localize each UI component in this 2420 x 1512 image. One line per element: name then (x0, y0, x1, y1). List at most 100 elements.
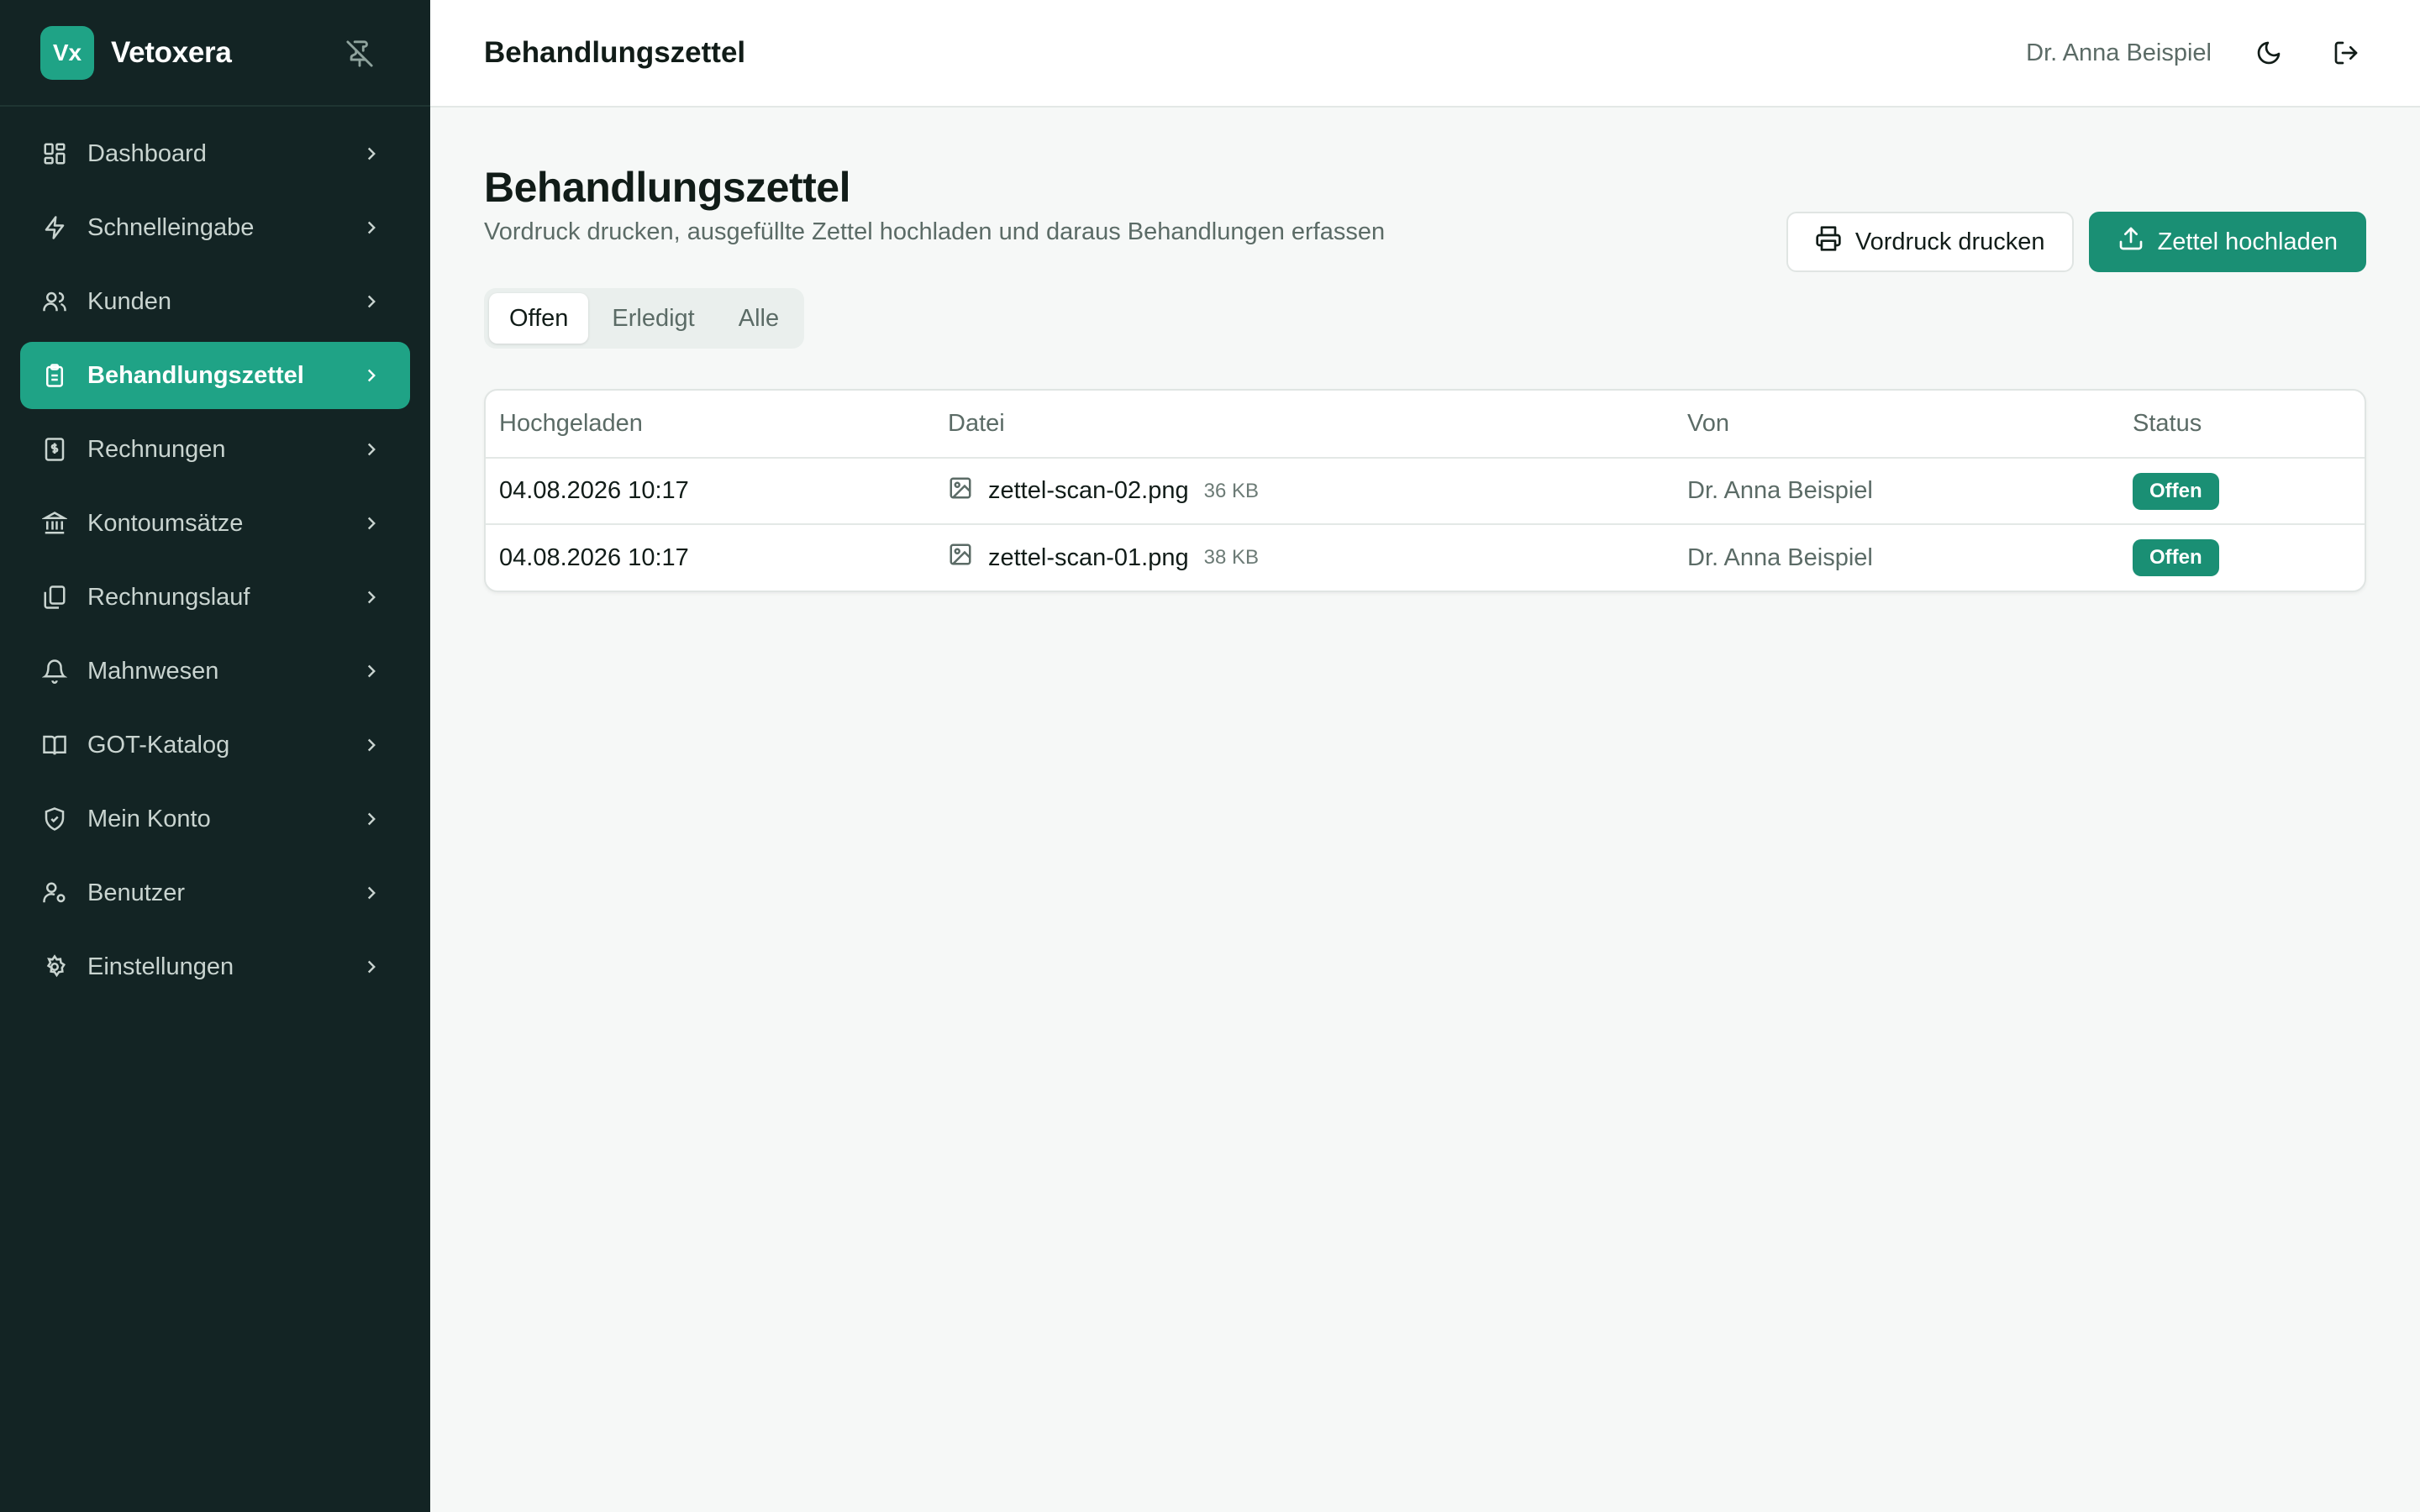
sidebar-item-label: Kontoumsätze (87, 509, 244, 537)
print-template-label: Vordruck drucken (1854, 228, 2045, 255)
shield-icon (40, 805, 69, 833)
status-cell: Offen (2119, 458, 2365, 525)
tab-alle[interactable]: Alle (718, 293, 799, 344)
brand-name: Vetoxera (111, 35, 232, 69)
table-row[interactable]: 04.08.2026 10:17 zettel-scan-01.png 38 K… (486, 524, 2365, 591)
status-tabs: Offen Erledigt Alle (484, 288, 805, 349)
chevron-right-icon (356, 139, 387, 169)
sidebar-item-label: Mein Konto (87, 805, 211, 832)
sidebar-item-einstellungen[interactable]: Einstellungen (20, 933, 410, 1000)
sidebar-item-mahnwesen[interactable]: Mahnwesen (20, 638, 410, 705)
chevron-right-icon (356, 730, 387, 760)
chevron-right-icon (356, 656, 387, 686)
uploaded-cell: 04.08.2026 10:17 (499, 543, 689, 571)
main: Behandlungszettel Dr. Anna Beispiel Beha… (430, 0, 2420, 1512)
sidebar-item-mein-konto[interactable]: Mein Konto (20, 785, 410, 853)
sidebar-nav: Dashboard Schnelleingabe Kunden Behandlu… (0, 107, 430, 1021)
sidebar-item-got-katalog[interactable]: GOT-Katalog (20, 711, 410, 779)
sidebar-item-rechnungslauf[interactable]: Rechnungslauf (20, 564, 410, 631)
sidebar-item-label: Benutzer (87, 879, 186, 906)
clipboard-icon (40, 361, 69, 390)
upload-sheet-button[interactable]: Zettel hochladen (2088, 212, 2366, 272)
sidebar-item-label: Rechnungslauf (87, 583, 250, 611)
table-row[interactable]: 04.08.2026 10:17 zettel-scan-02.png 36 K… (486, 458, 2365, 525)
brand: Vx Vetoxera (0, 0, 430, 107)
sidebar-item-label: Behandlungszettel (87, 361, 304, 389)
column-header-uploaded: Hochgeladen (486, 391, 934, 459)
sidebar-item-dashboard[interactable]: Dashboard (20, 120, 410, 187)
upload-icon (2118, 225, 2144, 259)
sidebar-item-kunden[interactable]: Kunden (20, 268, 410, 335)
image-file-icon (948, 542, 973, 574)
tab-offen[interactable]: Offen (489, 293, 589, 344)
logout-icon[interactable] (2326, 33, 2366, 73)
sidebar-item-label: Einstellungen (87, 953, 234, 980)
sidebar-item-schnelleingabe[interactable]: Schnelleingabe (20, 194, 410, 261)
file-name[interactable]: zettel-scan-01.png (988, 544, 1189, 572)
sidebar-item-label: Rechnungen (87, 435, 226, 463)
sheets-table-card: Hochgeladen Datei Von Status 04.08.2026 … (484, 389, 2366, 592)
users-icon (40, 287, 69, 316)
sidebar-item-label: GOT-Katalog (87, 731, 230, 759)
sidebar-item-behandlungszettel[interactable]: Behandlungszettel (20, 342, 410, 409)
page-content: Behandlungszettel Vordruck drucken, ausg… (430, 108, 2420, 648)
gear-icon (40, 953, 69, 981)
file-size: 38 KB (1203, 546, 1259, 569)
image-file-icon (948, 475, 973, 507)
printer-icon (1815, 225, 1842, 259)
column-header-status: Status (2119, 391, 2365, 459)
unpin-sidebar-icon[interactable] (343, 37, 376, 71)
chevron-right-icon (356, 286, 387, 317)
chevron-right-icon (356, 508, 387, 538)
topbar-title: Behandlungszettel (484, 36, 746, 69)
file-size: 36 KB (1203, 479, 1259, 502)
logo: Vx (40, 25, 94, 80)
chevron-right-icon (356, 878, 387, 908)
status-badge: Offen (2133, 472, 2219, 510)
moon-icon[interactable] (2249, 33, 2289, 73)
sidebar-item-label: Dashboard (87, 139, 207, 167)
sidebar-item-benutzer[interactable]: Benutzer (20, 859, 410, 927)
page-title: Behandlungszettel (484, 164, 850, 211)
files-icon (40, 583, 69, 612)
chevron-right-icon (356, 952, 387, 982)
page-actions: Vordruck drucken Zettel hochladen (1786, 212, 2366, 272)
dashboard-icon (40, 139, 69, 168)
sidebar-item-rechnungen[interactable]: Rechnungen (20, 416, 410, 483)
receipt-icon (40, 435, 69, 464)
bank-icon (40, 509, 69, 538)
book-icon (40, 731, 69, 759)
sheets-table: Hochgeladen Datei Von Status 04.08.2026 … (486, 391, 2365, 591)
column-header-file: Datei (934, 391, 1674, 459)
table-header-row: Hochgeladen Datei Von Status (486, 391, 2365, 459)
bell-icon (40, 657, 69, 685)
lightning-icon (40, 213, 69, 242)
uploaded-by-cell: Dr. Anna Beispiel (1687, 543, 1873, 571)
column-header-by: Von (1674, 391, 2119, 459)
sidebar-item-label: Mahnwesen (87, 657, 219, 685)
chevron-right-icon (356, 582, 387, 612)
status-badge: Offen (2133, 539, 2219, 576)
chevron-right-icon (356, 804, 387, 834)
sidebar-item-kontoumsaetze[interactable]: Kontoumsätze (20, 490, 410, 557)
app-root: Vx Vetoxera Dashboard Schnelleingabe Kun… (0, 0, 2420, 1512)
status-cell: Offen (2119, 524, 2365, 591)
tab-erledigt[interactable]: Erledigt (592, 293, 714, 344)
file-name[interactable]: zettel-scan-02.png (988, 477, 1189, 505)
file-cell[interactable]: zettel-scan-01.png 38 KB (934, 524, 1674, 591)
sidebar-item-label: Kunden (87, 287, 171, 315)
sidebar-item-label: Schnelleingabe (87, 213, 255, 241)
chevron-right-icon (356, 213, 387, 243)
chevron-right-icon (356, 434, 387, 465)
topbar-actions: Dr. Anna Beispiel (2026, 0, 2366, 106)
uploaded-by-cell: Dr. Anna Beispiel (1674, 458, 2119, 525)
chevron-right-icon (356, 360, 387, 391)
file-cell[interactable]: zettel-scan-02.png 36 KB (934, 458, 1674, 525)
topbar: Behandlungszettel Dr. Anna Beispiel (430, 0, 2420, 108)
print-template-button[interactable]: Vordruck drucken (1786, 212, 2074, 272)
user-name[interactable]: Dr. Anna Beispiel (2026, 39, 2212, 67)
uploaded-cell: 04.08.2026 10:17 (486, 458, 934, 525)
upload-sheet-label: Zettel hochladen (2157, 228, 2338, 255)
user-cog-icon (40, 879, 69, 907)
sidebar: Vx Vetoxera Dashboard Schnelleingabe Kun… (0, 0, 430, 1512)
